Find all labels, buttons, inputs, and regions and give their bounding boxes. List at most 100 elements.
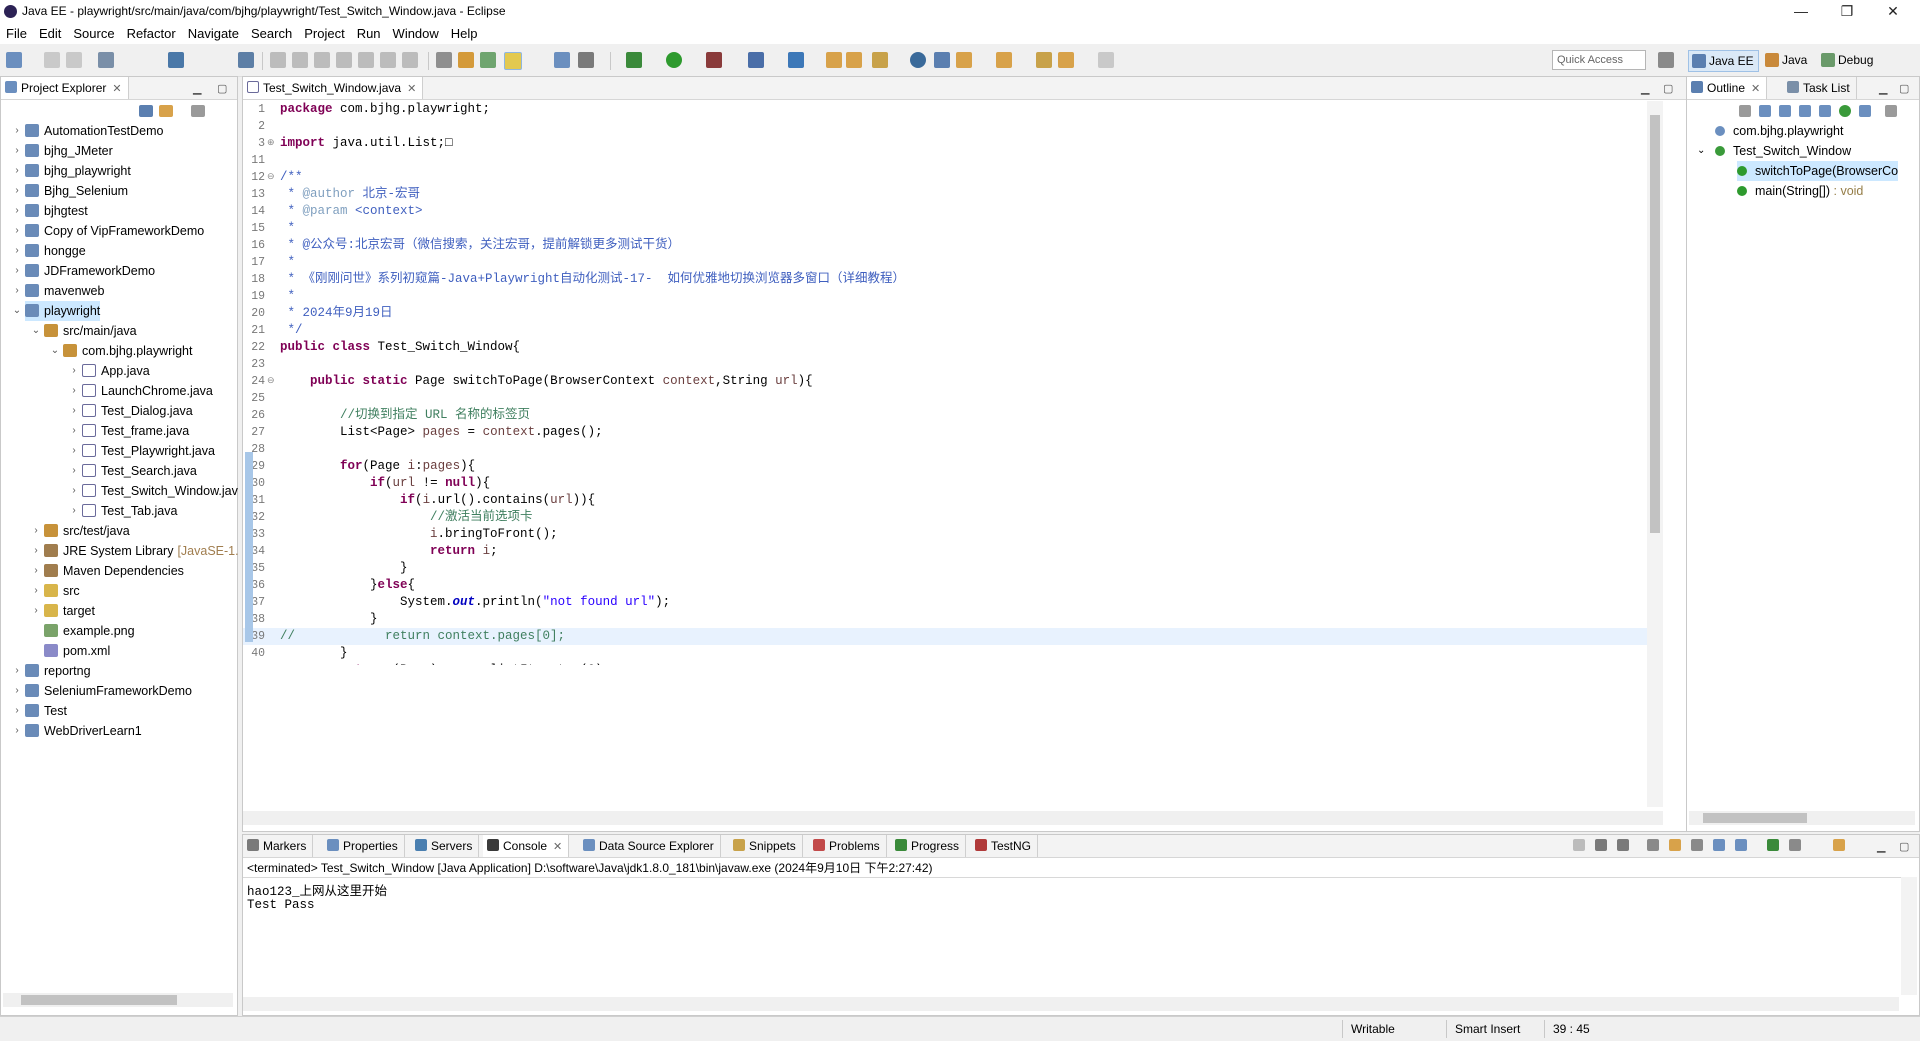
code-line[interactable]: 22 public class Test_Switch_Window{ [243, 339, 1663, 356]
tree-item[interactable]: › SeleniumFrameworkDemo [15, 681, 192, 701]
last-edit-location-icon[interactable] [1036, 52, 1052, 68]
menu-search[interactable]: Search [245, 24, 298, 44]
tab-test-switch-window[interactable]: Test_Switch_Window.java ✕ [243, 77, 424, 99]
disconnect-icon[interactable] [336, 52, 352, 68]
tree-item[interactable]: › Bjhg_Selenium [15, 181, 128, 201]
chevron-right-icon[interactable]: › [68, 421, 80, 441]
outline-item[interactable]: switchToPage(BrowserCo [1737, 161, 1899, 181]
open-task-icon[interactable] [846, 52, 862, 68]
drop-to-frame-icon[interactable] [436, 52, 452, 68]
hide-fields-icon[interactable] [1779, 105, 1791, 117]
save-icon[interactable] [44, 52, 60, 68]
chevron-down-icon[interactable]: ⌄ [11, 301, 23, 321]
new-server-icon[interactable] [788, 52, 804, 68]
tree-item[interactable]: › Copy of VipFrameworkDemo [15, 221, 204, 241]
tree-item[interactable]: › Test_Search.java [72, 461, 197, 481]
tree-item[interactable]: › JDFrameworkDemo [15, 261, 155, 281]
tree-item[interactable]: › Test_Tab.java [72, 501, 177, 521]
open-type-icon[interactable] [826, 52, 842, 68]
code-line[interactable]: 41 return (Page) pages.listIterator(0); [243, 662, 1663, 665]
open-perspective-icon[interactable] [1658, 52, 1674, 68]
tree-item[interactable]: pom.xml [44, 641, 110, 661]
tab-testng[interactable]: TestNG [971, 835, 1039, 857]
fold-toggle-icon[interactable]: ⊕ [267, 135, 275, 152]
tree-item[interactable]: › AutomationTestDemo [15, 121, 164, 141]
forward-icon[interactable] [1098, 52, 1114, 68]
hide-local-types-icon[interactable] [1839, 105, 1851, 117]
chevron-down-icon[interactable]: ⌄ [1697, 141, 1705, 161]
chevron-right-icon[interactable]: › [11, 241, 23, 261]
tree-item[interactable]: › bjhg_playwright [15, 161, 131, 181]
tree-item[interactable]: › Maven Dependencies [34, 561, 184, 581]
chevron-right-icon[interactable]: › [11, 121, 23, 141]
chevron-right-icon[interactable]: › [11, 141, 23, 161]
mark-occurrences-icon[interactable] [504, 52, 522, 70]
tree-item[interactable]: ⌄ playwright [13, 301, 101, 321]
console-output[interactable]: hao123_上网从这里开始 Test Pass [243, 877, 1901, 997]
tree-item[interactable]: › reportng [15, 661, 91, 681]
next-annotation-icon[interactable] [956, 52, 972, 68]
tree-item[interactable]: › Test [15, 701, 67, 721]
tree-item[interactable]: › Test_Switch_Window.jav [72, 481, 238, 501]
terminate-icon[interactable] [1573, 839, 1585, 851]
minimize-icon[interactable]: ▁ [1877, 840, 1885, 853]
code-line[interactable]: 13 * @author 北京-宏哥 [243, 186, 1663, 203]
chevron-right-icon[interactable]: › [30, 541, 42, 561]
chevron-right-icon[interactable]: › [68, 361, 80, 381]
code-line[interactable]: 35 } [243, 560, 1663, 577]
restore-button[interactable]: ❐ [1824, 0, 1870, 24]
toggle-breadcrumb-icon[interactable] [480, 52, 496, 68]
horizontal-scrollbar[interactable] [243, 997, 1899, 1011]
close-icon[interactable]: ✕ [1751, 83, 1760, 95]
tree-item[interactable]: › bjhg_JMeter [15, 141, 113, 161]
use-step-filters-icon[interactable] [458, 52, 474, 68]
tree-item[interactable]: › App.java [72, 361, 150, 381]
remove-all-icon[interactable] [1617, 839, 1629, 851]
chevron-right-icon[interactable]: › [11, 161, 23, 181]
outline-item[interactable]: ⌄ Test_Switch_Window [1697, 141, 1851, 161]
tab-project-explorer[interactable]: Project Explorer ✕ [1, 77, 129, 99]
code-line[interactable]: 28 [243, 441, 1663, 458]
step-into-icon[interactable] [358, 52, 374, 68]
sort-icon[interactable] [1759, 105, 1771, 117]
tree-item[interactable]: › mavenweb [15, 281, 104, 301]
open-console-icon[interactable] [168, 52, 184, 68]
step-over-icon[interactable] [380, 52, 396, 68]
open-console-icon[interactable] [1833, 839, 1845, 851]
tab-servers[interactable]: Servers [411, 835, 480, 857]
fold-toggle-icon[interactable]: ⊖ [267, 169, 275, 186]
chevron-right-icon[interactable]: › [68, 381, 80, 401]
link-with-editor-icon[interactable] [1859, 105, 1871, 117]
tab-properties[interactable]: Properties [323, 835, 405, 857]
tab-problems[interactable]: Problems [809, 835, 887, 857]
menu-refactor[interactable]: Refactor [121, 24, 182, 44]
perspective-java-ee[interactable]: Java EE [1688, 50, 1759, 72]
save-all-icon[interactable] [66, 52, 82, 68]
chevron-right-icon[interactable]: › [30, 561, 42, 581]
perspective-debug[interactable]: Debug [1818, 50, 1877, 70]
vertical-scrollbar[interactable] [1647, 101, 1663, 807]
menu-run[interactable]: Run [351, 24, 387, 44]
code-line[interactable]: 33 i.bringToFront(); [243, 526, 1663, 543]
tree-item[interactable]: ⌄ com.bjhg.playwright [51, 341, 192, 361]
chevron-right-icon[interactable]: › [68, 461, 80, 481]
code-line[interactable]: 19 * [243, 288, 1663, 305]
quick-access-input[interactable]: Quick Access [1552, 50, 1646, 70]
terminate-icon[interactable] [314, 52, 330, 68]
hide-static-icon[interactable] [1799, 105, 1811, 117]
menu-edit[interactable]: Edit [33, 24, 67, 44]
chevron-right-icon[interactable]: › [11, 261, 23, 281]
chevron-right-icon[interactable]: › [11, 681, 23, 701]
menu-file[interactable]: File [0, 24, 33, 44]
coverage-icon[interactable] [706, 52, 722, 68]
show-on-output-icon[interactable] [1713, 839, 1725, 851]
tab-markers[interactable]: Markers [243, 835, 314, 857]
horizontal-scrollbar[interactable] [1689, 811, 1915, 825]
back-icon[interactable] [1058, 52, 1074, 68]
code-line[interactable]: 23 [243, 356, 1663, 373]
tree-item[interactable]: › src [34, 581, 80, 601]
code-editor[interactable]: 1 package com.bjhg.playwright; 2 3 ⊕ import j… [243, 99, 1663, 665]
chevron-right-icon[interactable]: › [68, 441, 80, 461]
print-icon[interactable] [98, 52, 114, 68]
code-line[interactable]: 36 }else{ [243, 577, 1663, 594]
